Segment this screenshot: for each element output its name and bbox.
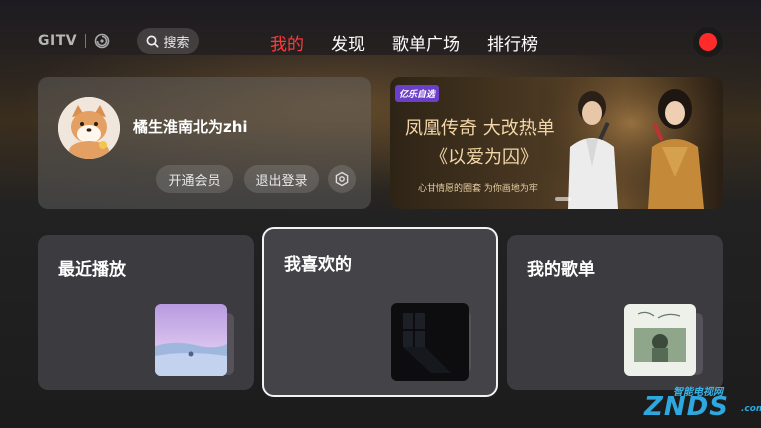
recent-played-card[interactable]: 最近播放 — [38, 235, 254, 390]
banner-badge: 亿乐自选 — [395, 85, 440, 102]
top-nav: 我的 发现 歌单广场 排行榜 — [270, 30, 565, 55]
watermark-main: ZNDS — [644, 392, 729, 422]
search-icon — [147, 35, 160, 48]
liked-songs-title: 我喜欢的 — [284, 255, 352, 275]
recent-cover — [155, 304, 227, 376]
open-vip-button[interactable]: 开通会员 — [156, 165, 233, 193]
banner-subtitle: 《以爱为囚》 — [430, 147, 538, 168]
banner-tagline: 心甘情愿的圈套 为你画地为牢 — [418, 184, 538, 194]
dark-window-cover-icon — [391, 303, 469, 381]
liked-songs-card[interactable]: 我喜欢的 — [262, 227, 498, 397]
logo-text: GITV — [38, 33, 78, 49]
recent-played-title: 最近播放 — [58, 260, 126, 280]
playlist-cover — [624, 304, 696, 376]
promo-banner[interactable]: 亿乐自选 凤凰传奇 大改热单 《以爱为囚》 心甘情愿的圈套 为你画地为牢 — [390, 77, 723, 209]
record-dot-icon — [699, 33, 717, 51]
username: 橘生淮南北为zhi — [133, 118, 248, 136]
swirl-logo-icon — [94, 33, 110, 49]
banner-page-indicator — [555, 197, 571, 201]
hexagon-gear-icon — [335, 171, 349, 187]
singers-illustration — [540, 77, 723, 209]
shiba-dog-avatar-icon — [58, 97, 120, 159]
my-playlists-card[interactable]: 我的歌单 — [507, 235, 723, 390]
search-label: 搜索 — [163, 35, 190, 51]
gitv-logo: GITV — [38, 30, 110, 52]
search-button[interactable]: 搜索 — [137, 28, 199, 54]
settings-button[interactable] — [328, 165, 356, 193]
record-button[interactable] — [693, 27, 723, 57]
znds-watermark: 智能电视网 ZNDS .com — [630, 380, 761, 428]
tab-charts[interactable]: 排行榜 — [487, 30, 538, 55]
tab-playlist-square[interactable]: 歌单广场 — [392, 30, 460, 55]
pastel-landscape-cover-icon — [155, 304, 227, 376]
tab-mine[interactable]: 我的 — [270, 30, 304, 55]
liked-cover — [391, 303, 469, 381]
avatar[interactable] — [58, 97, 120, 159]
profile-card: 橘生淮南北为zhi 开通会员 退出登录 — [38, 77, 371, 209]
logo-divider — [85, 34, 87, 48]
banner-title: 凤凰传奇 大改热单 — [405, 118, 555, 139]
watermark-suffix: .com — [741, 404, 761, 414]
my-playlists-title: 我的歌单 — [527, 260, 595, 280]
tab-discover[interactable]: 发现 — [331, 30, 365, 55]
photo-collage-cover-icon — [624, 304, 696, 376]
logout-button[interactable]: 退出登录 — [244, 165, 319, 193]
